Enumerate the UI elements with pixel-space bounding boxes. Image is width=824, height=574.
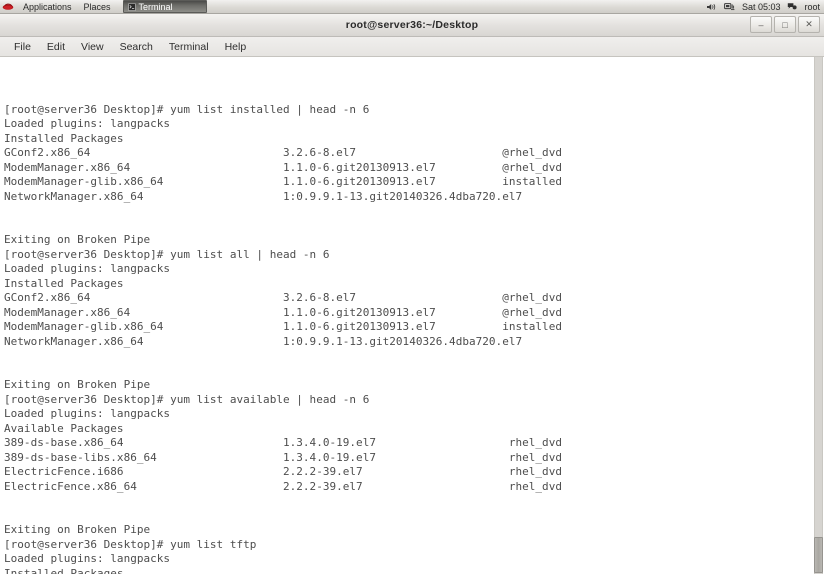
terminal-line: Exiting on Broken Pipe bbox=[4, 523, 810, 538]
terminal-line: Installed Packages bbox=[4, 277, 810, 292]
terminal-output[interactable]: [root@server36 Desktop]# yum list instal… bbox=[0, 57, 810, 574]
clock[interactable]: Sat 05:03 bbox=[742, 2, 781, 12]
gnome-top-panel: Applications Places Terminal bbox=[0, 0, 824, 14]
window-task-terminal[interactable]: Terminal bbox=[123, 0, 207, 13]
scrollbar-track[interactable] bbox=[814, 57, 823, 574]
terminal-line bbox=[4, 349, 810, 364]
terminal-line: NetworkManager.x86_64 1:0.9.9.1-13.git20… bbox=[4, 335, 810, 350]
speaker-icon[interactable] bbox=[706, 2, 717, 12]
window-title: root@server36:~/Desktop bbox=[346, 19, 478, 31]
menu-item-search[interactable]: Search bbox=[112, 41, 161, 53]
terminal-icon bbox=[128, 3, 136, 11]
terminal-line: Installed Packages bbox=[4, 132, 810, 147]
menu-item-terminal[interactable]: Terminal bbox=[161, 41, 217, 53]
terminal-window: root@server36:~/Desktop – □ ✕ File Edit … bbox=[0, 14, 824, 573]
terminal-line: Loaded plugins: langpacks bbox=[4, 117, 810, 132]
terminal-line: Exiting on Broken Pipe bbox=[4, 233, 810, 248]
terminal-line: [root@server36 Desktop]# yum list all | … bbox=[4, 248, 810, 263]
terminal-line: [root@server36 Desktop]# yum list instal… bbox=[4, 103, 810, 118]
terminal-line: GConf2.x86_64 3.2.6-8.el7 @rhel_dvd bbox=[4, 291, 810, 306]
terminal-line: Loaded plugins: langpacks bbox=[4, 407, 810, 422]
close-button[interactable]: ✕ bbox=[798, 16, 820, 33]
applications-menu[interactable]: Applications bbox=[17, 0, 78, 13]
window-task-label: Terminal bbox=[139, 2, 173, 12]
user-label[interactable]: root bbox=[804, 2, 820, 12]
menu-item-file[interactable]: File bbox=[6, 41, 39, 53]
terminal-line: ModemManager.x86_64 1.1.0-6.git20130913.… bbox=[4, 306, 810, 321]
terminal-line: 389-ds-base-libs.x86_64 1.3.4.0-19.el7 r… bbox=[4, 451, 810, 466]
terminal-body: [root@server36 Desktop]# yum list instal… bbox=[0, 57, 824, 574]
terminal-line bbox=[4, 204, 810, 219]
terminal-line: GConf2.x86_64 3.2.6-8.el7 @rhel_dvd bbox=[4, 146, 810, 161]
window-title-bar[interactable]: root@server36:~/Desktop – □ ✕ bbox=[0, 14, 824, 37]
terminal-line: [root@server36 Desktop]# yum list tftp bbox=[4, 538, 810, 553]
terminal-line: Exiting on Broken Pipe bbox=[4, 378, 810, 393]
terminal-line: [root@server36 Desktop]# yum list availa… bbox=[4, 393, 810, 408]
terminal-line bbox=[4, 509, 810, 524]
window-controls: – □ ✕ bbox=[750, 16, 820, 33]
menu-item-edit[interactable]: Edit bbox=[39, 41, 73, 53]
network-icon[interactable] bbox=[724, 2, 735, 12]
terminal-line: ElectricFence.i686 2.2.2-39.el7 rhel_dvd bbox=[4, 465, 810, 480]
menu-item-help[interactable]: Help bbox=[217, 41, 255, 53]
maximize-button[interactable]: □ bbox=[774, 16, 796, 33]
terminal-line: ModemManager-glib.x86_64 1.1.0-6.git2013… bbox=[4, 175, 810, 190]
menu-item-view[interactable]: View bbox=[73, 41, 112, 53]
terminal-line bbox=[4, 494, 810, 509]
terminal-line: ElectricFence.x86_64 2.2.2-39.el7 rhel_d… bbox=[4, 480, 810, 495]
terminal-line: ModemManager-glib.x86_64 1.1.0-6.git2013… bbox=[4, 320, 810, 335]
minimize-button[interactable]: – bbox=[750, 16, 772, 33]
user-icon[interactable] bbox=[787, 2, 797, 11]
panel-tray-group: Sat 05:03 root bbox=[706, 0, 824, 13]
terminal-line: ModemManager.x86_64 1.1.0-6.git20130913.… bbox=[4, 161, 810, 176]
terminal-line bbox=[4, 364, 810, 379]
terminal-line bbox=[4, 219, 810, 234]
terminal-line: 389-ds-base.x86_64 1.3.4.0-19.el7 rhel_d… bbox=[4, 436, 810, 451]
rhel-shadowman-logo-icon bbox=[0, 2, 17, 12]
terminal-line: Loaded plugins: langpacks bbox=[4, 262, 810, 277]
terminal-line: Available Packages bbox=[4, 422, 810, 437]
scrollbar-thumb[interactable] bbox=[814, 537, 823, 573]
panel-left-group: Applications Places Terminal bbox=[0, 0, 207, 13]
terminal-scrollbar[interactable] bbox=[810, 57, 824, 574]
menu-bar: File Edit View Search Terminal Help bbox=[0, 37, 824, 57]
terminal-line: Loaded plugins: langpacks bbox=[4, 552, 810, 567]
places-menu[interactable]: Places bbox=[78, 0, 117, 13]
terminal-line: NetworkManager.x86_64 1:0.9.9.1-13.git20… bbox=[4, 190, 810, 205]
